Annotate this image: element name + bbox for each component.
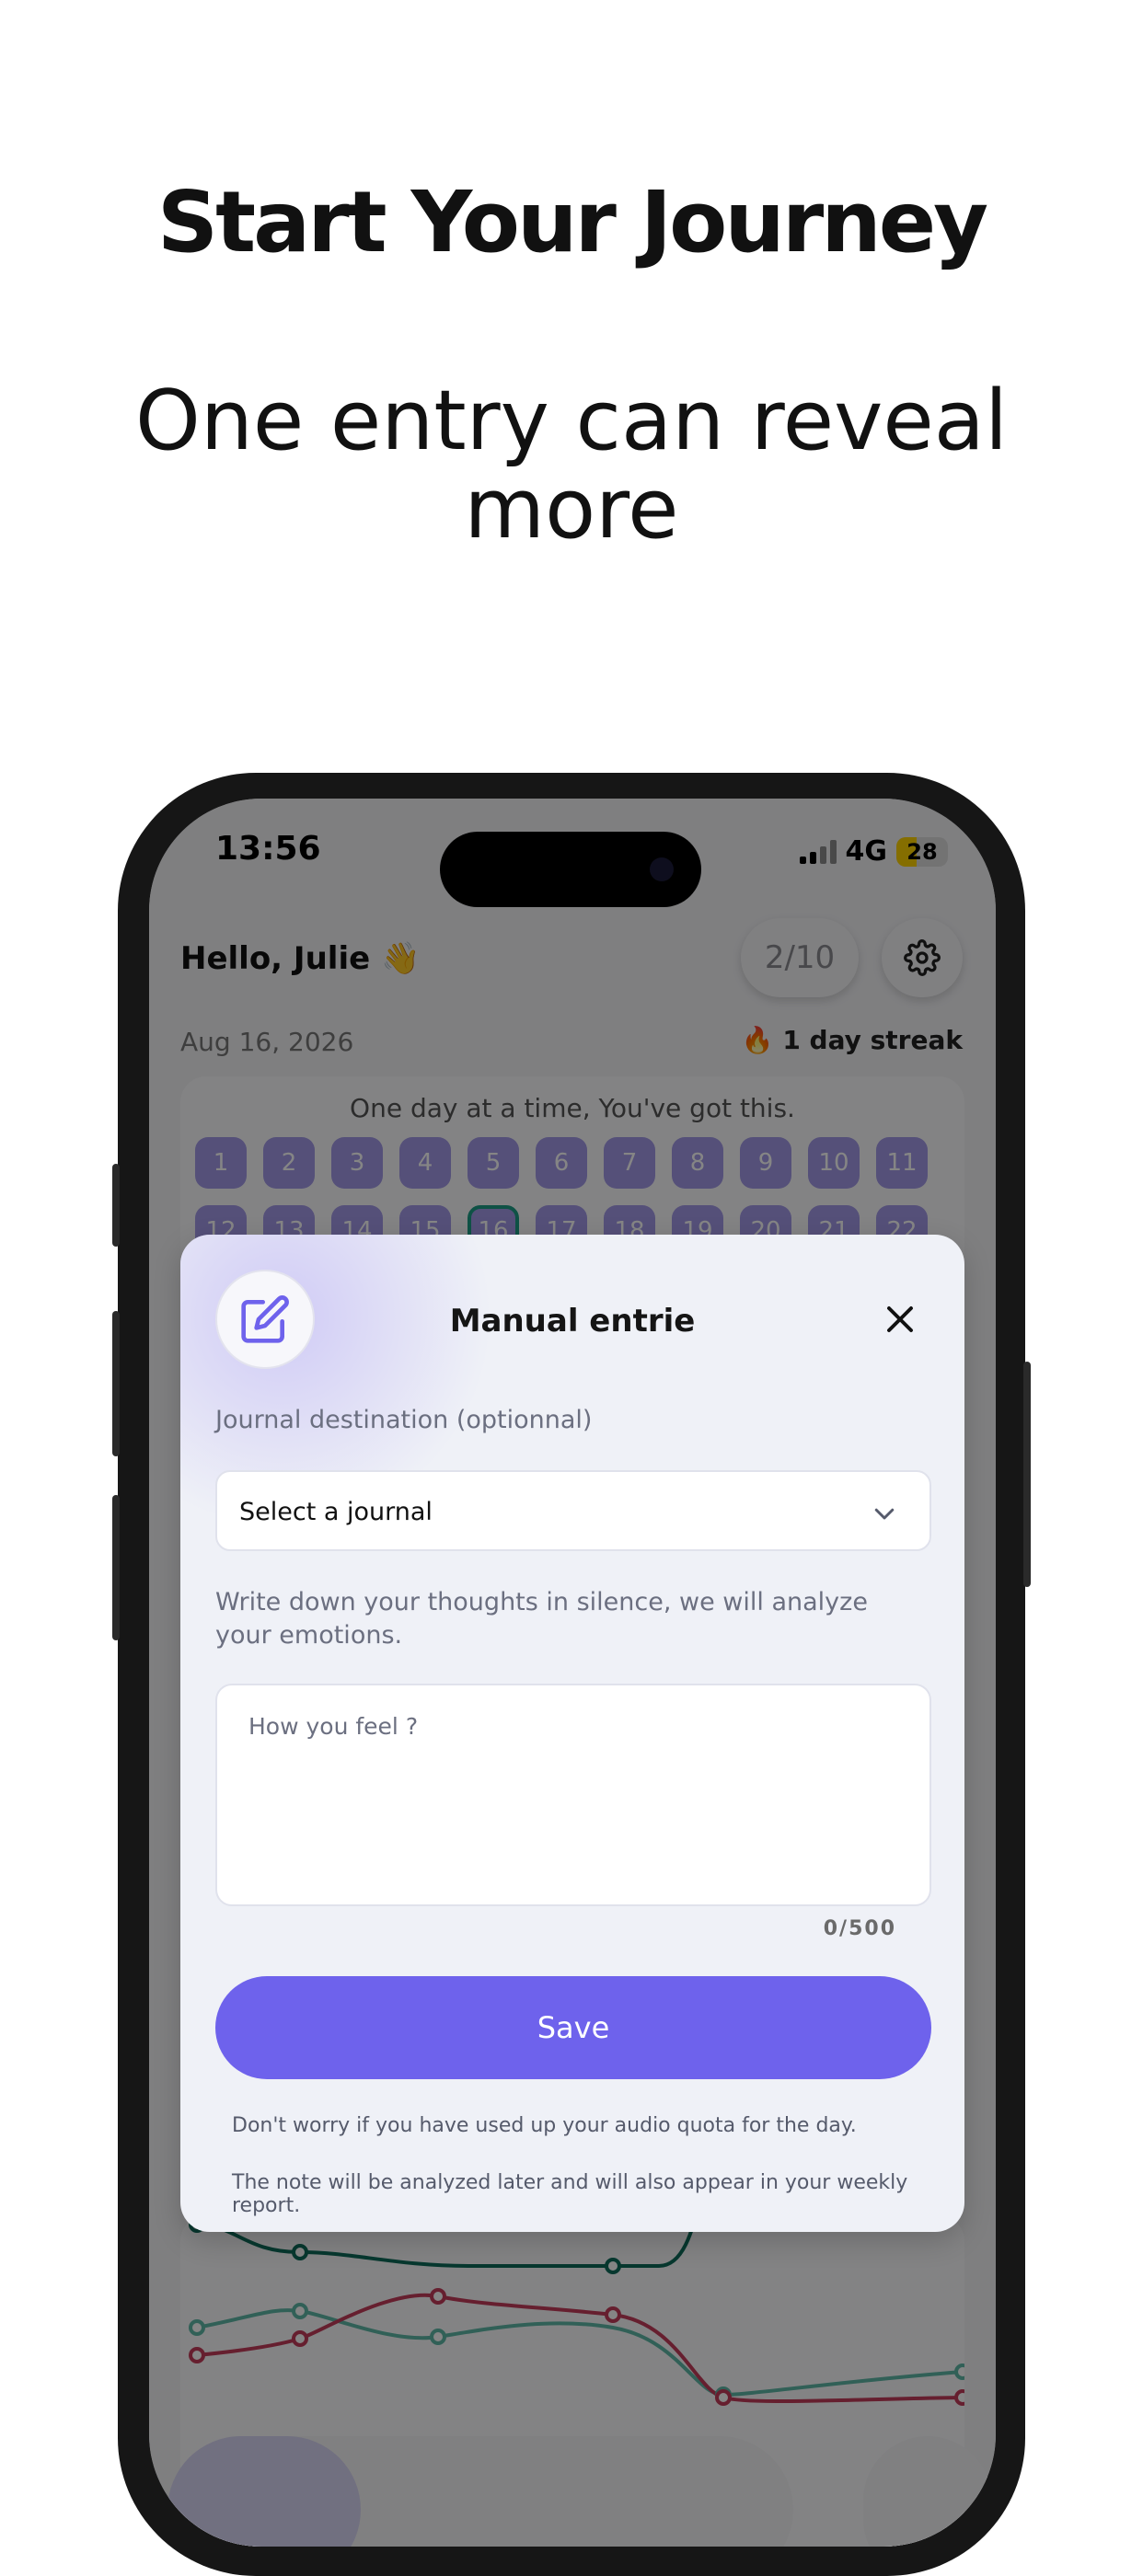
journal-select[interactable]: Select a journal	[215, 1470, 931, 1551]
close-button[interactable]	[880, 1299, 920, 1340]
character-counter: 0/500	[823, 1917, 896, 1940]
chevron-down-icon	[874, 1508, 895, 1520]
phone-side-button	[1023, 1362, 1031, 1587]
phone-side-button	[112, 1311, 120, 1456]
close-icon	[887, 1306, 913, 1332]
textarea-placeholder: How you feel ?	[248, 1713, 419, 1740]
report-note: The note will be analyzed later and will…	[232, 2171, 908, 2217]
journal-destination-label: Journal destination (optionnal)	[215, 1406, 593, 1434]
phone-side-button	[112, 1164, 120, 1247]
feelings-textarea[interactable]: How you feel ?	[215, 1684, 931, 1906]
phone-side-button	[112, 1495, 120, 1640]
modal-title: Manual entrie	[449, 1303, 696, 1340]
marketing-headline: Start Your Journey	[156, 173, 988, 271]
quota-note: Don't worry if you have used up your aud…	[232, 2114, 857, 2137]
entry-prompt-label: Write down your thoughts in silence, we …	[215, 1588, 868, 1650]
manual-entry-modal: Manual entrie Journal destination (optio…	[180, 1235, 964, 2232]
save-button[interactable]: Save	[215, 1976, 931, 2079]
marketing-subline: One entry can reveal more	[135, 373, 1008, 558]
journal-select-value: Select a journal	[239, 1498, 433, 1526]
